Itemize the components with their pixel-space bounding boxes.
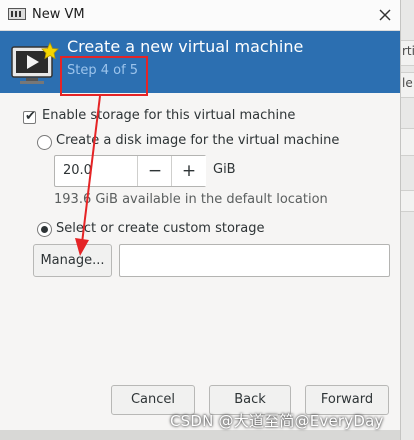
wizard-title: Create a new virtual machine <box>67 37 304 56</box>
custom-storage-radio[interactable] <box>37 222 52 237</box>
window-title: New VM <box>32 7 85 22</box>
close-icon <box>379 9 391 21</box>
background-text-fragment: rti <box>402 44 414 58</box>
radio-selected-dot <box>41 226 48 233</box>
title-bar: New VM <box>0 0 400 31</box>
disk-size-value[interactable]: 20.0 <box>63 163 92 178</box>
increment-button[interactable]: + <box>171 156 206 186</box>
manage-button[interactable]: Manage... <box>33 244 112 277</box>
background-text-fragment: le <box>402 76 413 90</box>
custom-storage-label: Select or create custom storage <box>56 221 265 236</box>
background-panel <box>400 128 414 156</box>
disk-size-unit: GiB <box>213 162 236 177</box>
create-disk-radio[interactable] <box>37 135 52 150</box>
enable-storage-label: Enable storage for this virtual machine <box>42 108 296 123</box>
window-bottom-edge <box>0 430 400 440</box>
virt-manager-icon <box>8 8 26 20</box>
disk-size-spinbutton[interactable]: 20.0 − + <box>54 155 206 187</box>
decrement-button[interactable]: − <box>137 156 172 186</box>
storage-path-input[interactable] <box>119 244 390 277</box>
checkmark-icon: ✔ <box>25 109 36 124</box>
enable-storage-checkbox[interactable]: ✔ <box>23 109 36 124</box>
available-space-text: 193.6 GiB available in the default locat… <box>54 192 328 207</box>
watermark-text: CSDN @大道至简@EveryDay <box>170 412 384 430</box>
annotation-highlight-box <box>60 56 148 96</box>
virtual-machine-icon <box>11 42 59 84</box>
close-button[interactable] <box>373 4 397 26</box>
background-panel <box>400 190 414 212</box>
create-disk-label: Create a disk image for the virtual mach… <box>56 133 340 148</box>
